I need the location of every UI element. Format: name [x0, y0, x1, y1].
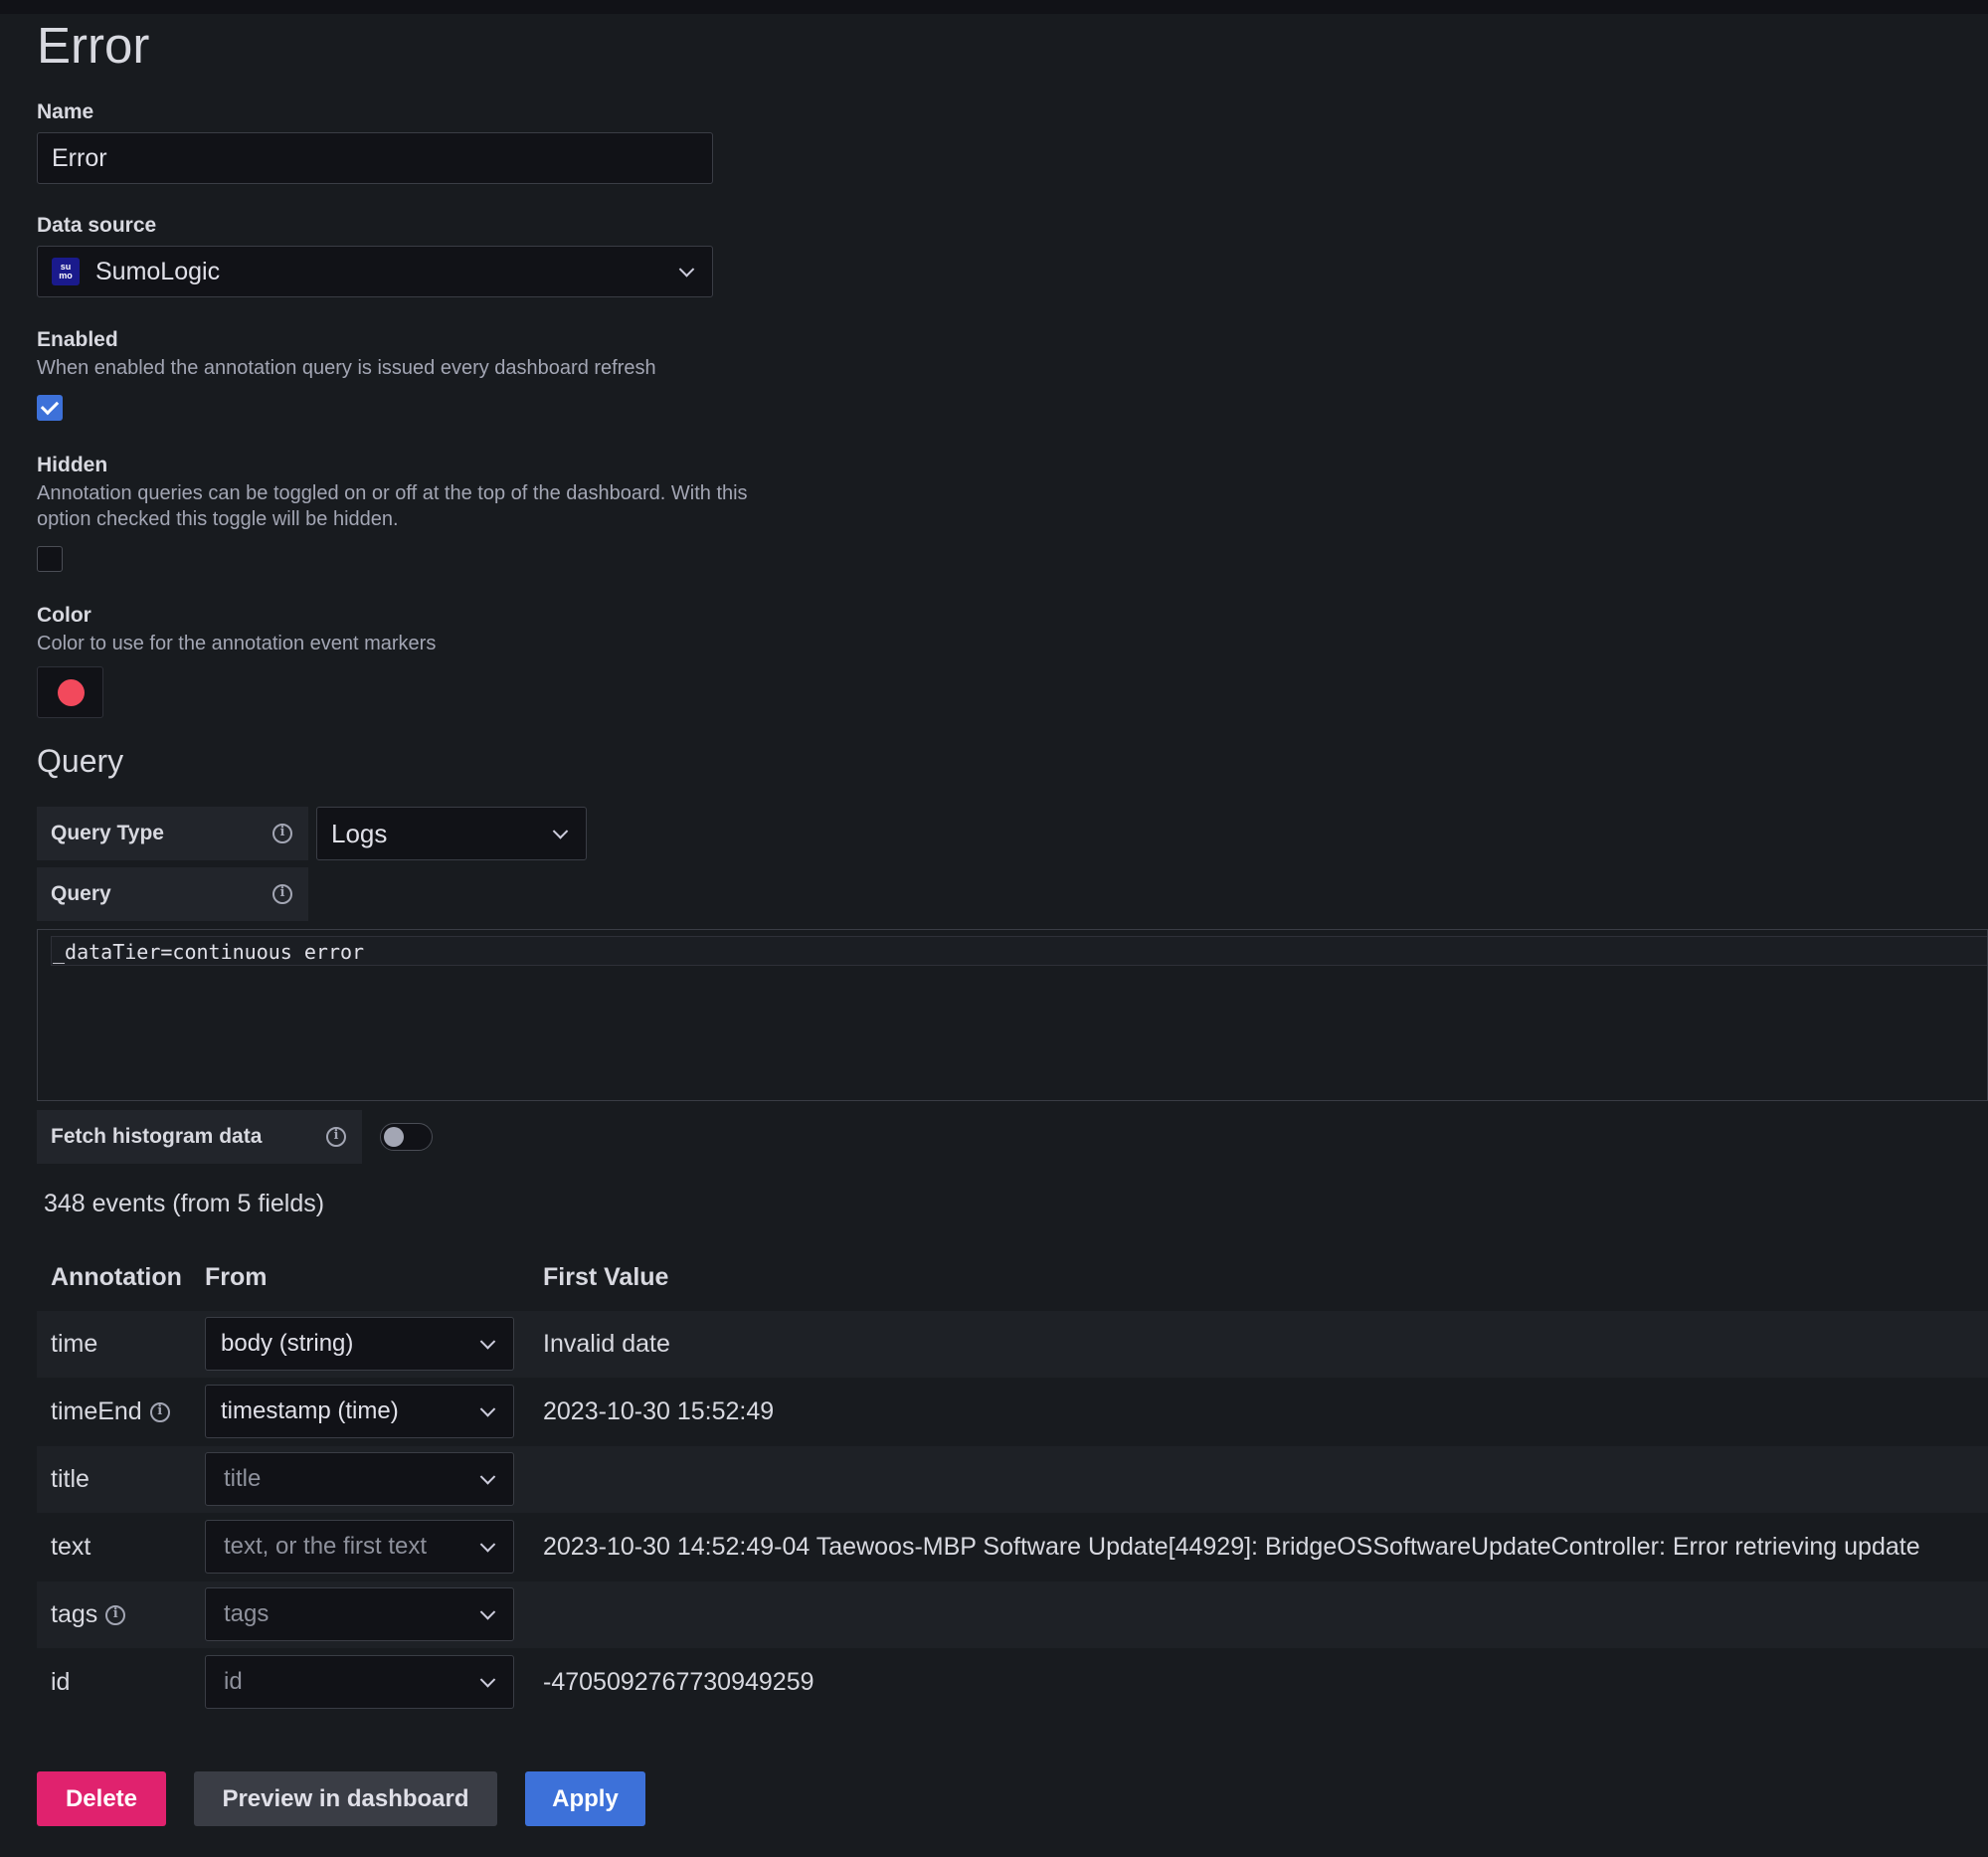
query-type-label: Query Type — [37, 807, 308, 860]
row-name-text: text — [51, 1533, 91, 1561]
sumologic-icon: su mo — [52, 258, 80, 285]
chevron-down-icon — [479, 1537, 496, 1553]
table-row: time body (string) Invalid date — [37, 1311, 1988, 1378]
row-from-placeholder: tags — [224, 1600, 270, 1627]
query-label: Query — [37, 867, 308, 921]
row-from-placeholder: id — [224, 1668, 243, 1695]
enabled-checkbox[interactable] — [37, 395, 63, 421]
row-from-value: body (string) — [221, 1330, 354, 1357]
row-annotation-name: title — [51, 1446, 90, 1513]
row-annotation-name: timeEnd — [51, 1379, 170, 1445]
table-row: timeEnd timestamp (time) 2023-10-30 15:5… — [37, 1379, 1988, 1445]
apply-button[interactable]: Apply — [525, 1771, 645, 1826]
table-row: text text, or the first text 2023-10-30 … — [37, 1514, 1988, 1580]
info-icon[interactable] — [326, 1127, 346, 1147]
info-icon[interactable] — [149, 1401, 170, 1422]
row-from-select[interactable]: body (string) — [205, 1317, 514, 1371]
row-annotation-name: tags — [51, 1581, 126, 1648]
row-name-text: id — [51, 1668, 71, 1696]
hidden-description-line1: Annotation queries can be toggled on or … — [37, 482, 748, 504]
row-from-value: timestamp (time) — [221, 1397, 399, 1424]
row-from-select[interactable]: title — [205, 1452, 514, 1506]
toggle-knob — [384, 1127, 404, 1147]
row-name-text: time — [51, 1330, 98, 1358]
row-annotation-name: id — [51, 1649, 70, 1716]
table-row: title title — [37, 1446, 1988, 1513]
data-source-value: SumoLogic — [95, 257, 221, 285]
query-type-label-text: Query Type — [51, 822, 164, 844]
query-text: _dataTier=continuous error — [53, 940, 365, 964]
fetch-histogram-label: Fetch histogram data — [37, 1110, 362, 1164]
column-header-from: From — [205, 1263, 268, 1291]
table-row: id id -4705092767730949259 — [37, 1649, 1988, 1716]
column-header-annotation: Annotation — [51, 1263, 182, 1291]
name-input[interactable]: Error — [37, 132, 713, 184]
enabled-description: When enabled the annotation query is iss… — [37, 357, 656, 379]
row-from-select[interactable]: timestamp (time) — [205, 1385, 514, 1438]
info-icon[interactable] — [272, 884, 292, 904]
color-label: Color — [37, 604, 91, 627]
query-editor[interactable]: _dataTier=continuous error — [37, 929, 1988, 1101]
enabled-label: Enabled — [37, 328, 118, 351]
row-from-select[interactable]: text, or the first text — [205, 1520, 514, 1574]
row-first-value: 2023-10-30 14:52:49-04 Taewoos-MBP Softw… — [543, 1533, 1920, 1561]
row-name-text: tags — [51, 1600, 98, 1628]
row-from-select[interactable]: id — [205, 1655, 514, 1709]
hidden-description-line2: option checked this toggle will be hidde… — [37, 508, 399, 530]
data-source-label: Data source — [37, 214, 157, 237]
info-icon[interactable] — [272, 824, 292, 843]
fetch-histogram-toggle[interactable] — [380, 1123, 433, 1151]
row-first-value: Invalid date — [543, 1330, 670, 1358]
chevron-down-icon — [678, 262, 695, 278]
page-title: Error — [37, 17, 150, 74]
query-label-text: Query — [51, 882, 111, 905]
row-from-placeholder: title — [224, 1465, 262, 1492]
info-icon[interactable] — [105, 1604, 126, 1625]
row-annotation-name: text — [51, 1514, 90, 1580]
events-summary: 348 events (from 5 fields) — [44, 1190, 325, 1217]
delete-button[interactable]: Delete — [37, 1771, 166, 1826]
column-header-first-value: First Value — [543, 1263, 669, 1291]
chevron-down-icon — [479, 1672, 496, 1688]
hidden-label: Hidden — [37, 454, 108, 476]
color-description: Color to use for the annotation event ma… — [37, 633, 437, 654]
name-input-value: Error — [52, 143, 107, 172]
chevron-down-icon — [479, 1334, 496, 1350]
fetch-histogram-label-text: Fetch histogram data — [51, 1125, 263, 1148]
row-from-select[interactable]: tags — [205, 1587, 514, 1641]
row-first-value: -4705092767730949259 — [543, 1668, 814, 1696]
editor-current-line: _dataTier=continuous error — [51, 936, 1987, 966]
preview-in-dashboard-button[interactable]: Preview in dashboard — [194, 1771, 497, 1826]
name-label: Name — [37, 100, 94, 123]
row-first-value: 2023-10-30 15:52:49 — [543, 1397, 775, 1425]
chevron-down-icon — [479, 1604, 496, 1620]
data-source-select[interactable]: su mo SumoLogic — [37, 246, 713, 297]
query-section-title: Query — [37, 743, 124, 779]
color-swatch — [58, 679, 85, 706]
row-from-placeholder: text, or the first text — [224, 1533, 428, 1560]
chevron-down-icon — [479, 1469, 496, 1485]
row-name-text: title — [51, 1465, 90, 1493]
table-row: tags tags — [37, 1581, 1988, 1648]
row-annotation-name: time — [51, 1311, 97, 1378]
query-type-value: Logs — [331, 818, 388, 848]
query-type-select[interactable]: Logs — [316, 807, 587, 860]
color-picker[interactable] — [37, 666, 103, 718]
hidden-checkbox[interactable] — [37, 546, 63, 572]
row-name-text: timeEnd — [51, 1397, 142, 1425]
chevron-down-icon — [552, 824, 569, 839]
chevron-down-icon — [479, 1401, 496, 1417]
top-bar — [0, 0, 1988, 14]
